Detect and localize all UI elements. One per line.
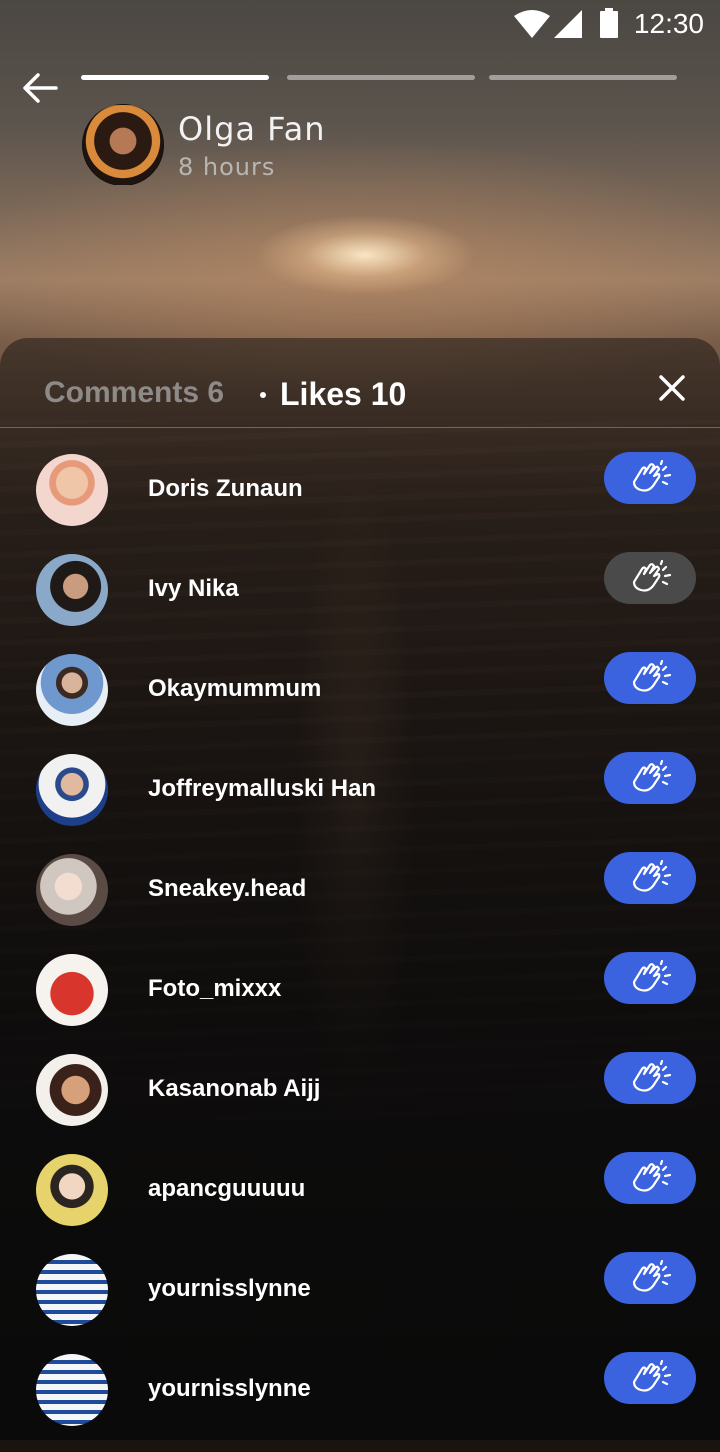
list-item[interactable]: yournisslynne <box>0 1252 720 1352</box>
back-arrow-icon[interactable] <box>20 68 60 108</box>
story-progress-3 <box>489 75 677 80</box>
avatar[interactable] <box>36 1154 108 1226</box>
tab-separator-dot <box>260 392 266 398</box>
clap-button[interactable] <box>604 1052 696 1104</box>
username[interactable]: Doris Zunaun <box>148 475 303 503</box>
avatar[interactable] <box>36 1054 108 1126</box>
story-progress-1 <box>81 75 269 80</box>
clap-button[interactable] <box>604 1352 696 1404</box>
username[interactable]: Foto_mixxx <box>148 975 281 1003</box>
username[interactable]: Joffreymalluski Han <box>148 775 376 803</box>
sheet-divider <box>0 427 720 428</box>
battery-icon <box>600 8 618 38</box>
tab-comments[interactable]: Comments 6 <box>44 376 224 410</box>
author-name[interactable]: Olga Fan <box>178 110 326 148</box>
clap-icon <box>632 460 672 492</box>
username[interactable]: Kasanonab Aijj <box>148 1075 320 1103</box>
list-item[interactable]: Joffreymalluski Han <box>0 752 720 852</box>
avatar[interactable] <box>36 754 108 826</box>
clap-button[interactable] <box>604 552 696 604</box>
username[interactable]: yournisslynne <box>148 1375 311 1403</box>
avatar[interactable] <box>36 854 108 926</box>
list-item[interactable]: Foto_mixxx <box>0 952 720 1052</box>
clap-button[interactable] <box>604 752 696 804</box>
clap-icon <box>632 1260 672 1292</box>
avatar[interactable] <box>36 554 108 626</box>
avatar[interactable] <box>36 1254 108 1326</box>
clap-icon <box>632 760 672 792</box>
clap-icon <box>632 960 672 992</box>
username[interactable]: apancguuuuu <box>148 1175 305 1203</box>
list-item[interactable]: yournisslynne <box>0 1352 720 1452</box>
clap-icon <box>632 560 672 592</box>
clap-icon <box>632 1360 672 1392</box>
list-item[interactable]: Okaymummum <box>0 652 720 752</box>
post-time: 8 hours <box>178 153 276 181</box>
avatar[interactable] <box>36 654 108 726</box>
list-item[interactable]: Kasanonab Aijj <box>0 1052 720 1152</box>
username[interactable]: Ivy Nika <box>148 575 239 603</box>
avatar[interactable] <box>36 454 108 526</box>
clap-icon <box>632 1060 672 1092</box>
story-progress-2 <box>287 75 475 80</box>
list-item[interactable]: Ivy Nika <box>0 552 720 652</box>
clap-button[interactable] <box>604 1252 696 1304</box>
username[interactable]: Sneakey.head <box>148 875 306 903</box>
list-item[interactable]: Sneakey.head <box>0 852 720 952</box>
status-time: 12:30 <box>633 8 704 39</box>
clap-button[interactable] <box>604 652 696 704</box>
wifi-icon <box>514 10 550 38</box>
list-item[interactable]: apancguuuuu <box>0 1152 720 1252</box>
avatar[interactable] <box>36 954 108 1026</box>
clap-button[interactable] <box>604 852 696 904</box>
signal-icon <box>554 10 582 38</box>
close-icon[interactable] <box>656 372 688 404</box>
list-item[interactable]: Doris Zunaun <box>0 452 720 552</box>
tab-likes[interactable]: Likes 10 <box>280 376 406 413</box>
avatar[interactable] <box>36 1354 108 1426</box>
clap-icon <box>632 1160 672 1192</box>
username[interactable]: Okaymummum <box>148 675 321 703</box>
status-bar: 12:30 <box>0 0 720 48</box>
clap-button[interactable] <box>604 1152 696 1204</box>
clap-icon <box>632 860 672 892</box>
author-avatar[interactable] <box>82 104 164 186</box>
clap-button[interactable] <box>604 452 696 504</box>
clap-button[interactable] <box>604 952 696 1004</box>
username[interactable]: yournisslynne <box>148 1275 311 1303</box>
clap-icon <box>632 660 672 692</box>
